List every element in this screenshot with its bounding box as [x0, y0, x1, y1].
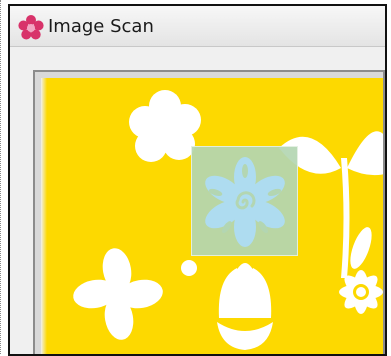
window-title: Image Scan	[48, 16, 154, 37]
selection-region[interactable]	[191, 146, 298, 256]
tulip	[217, 263, 273, 350]
image-scan-window: Image Scan	[8, 4, 387, 356]
scanned-image[interactable]	[41, 78, 383, 354]
image-frame	[33, 70, 385, 354]
callout-border	[0, 0, 1, 354]
pink-flower-icon	[18, 15, 44, 40]
title-bar[interactable]: Image Scan	[10, 6, 385, 47]
blue-flower-icon	[205, 157, 285, 247]
pinwheel-flower	[73, 248, 163, 340]
image-edge-shadow	[41, 78, 47, 354]
